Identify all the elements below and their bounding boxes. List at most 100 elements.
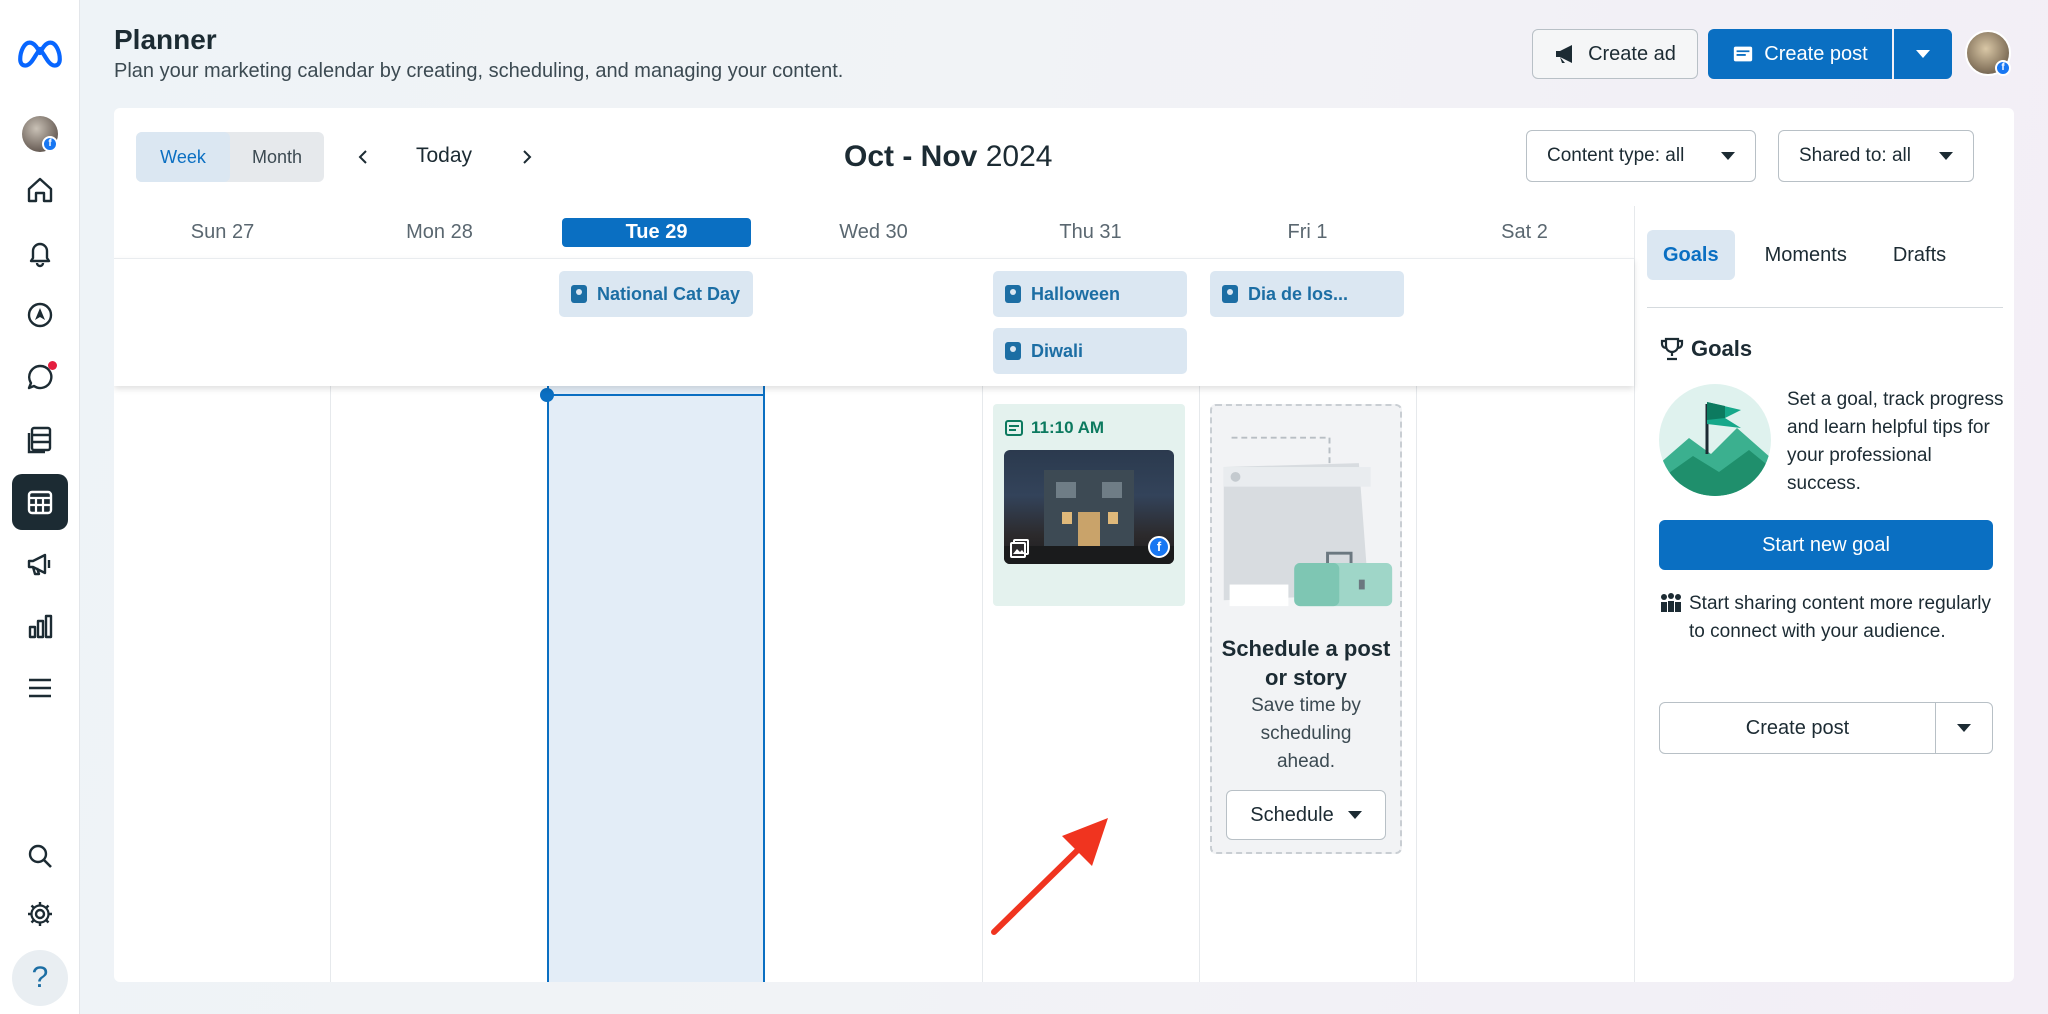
tab-goals[interactable]: Goals <box>1647 230 1735 280</box>
settings-gear-icon[interactable] <box>12 886 68 942</box>
audience-icon <box>1661 593 1681 612</box>
create-ad-button[interactable]: Create ad <box>1532 29 1698 79</box>
unread-dot <box>48 361 57 370</box>
page-title: Planner <box>114 24 217 55</box>
content-type-filter[interactable]: Content type: all <box>1526 130 1756 182</box>
tab-drafts[interactable]: Drafts <box>1877 230 1962 280</box>
goals-heading: Goals <box>1659 336 1752 362</box>
megaphone-icon <box>1556 45 1573 63</box>
post-icon <box>1734 46 1753 62</box>
moment-halloween[interactable]: Halloween <box>993 271 1187 317</box>
shared-to-label: Shared to: all <box>1799 145 1911 166</box>
day-header-tue-today: Tue 29 <box>548 206 765 258</box>
day-header-mon: Mon 28 <box>406 220 473 243</box>
today-column[interactable] <box>547 386 765 982</box>
side-tabs: Goals Moments Drafts <box>1647 230 2003 308</box>
calendar-moment-icon <box>1005 342 1021 360</box>
share-tip: Start sharing content more regularly to … <box>1659 590 1993 646</box>
tab-moments[interactable]: Moments <box>1749 230 1863 280</box>
trophy-icon <box>1660 337 1684 361</box>
goal-flag-illustration <box>1659 384 1771 496</box>
start-new-goal-button[interactable]: Start new goal <box>1659 520 1993 570</box>
side-create-post-button[interactable]: Create post <box>1660 703 1936 753</box>
schedule-card-title: Schedule a post or story <box>1221 636 1391 690</box>
side-create-post-dropdown[interactable] <box>1936 703 1992 753</box>
search-icon[interactable] <box>12 828 68 884</box>
post-thumbnail[interactable]: f <box>1004 450 1174 564</box>
chevron-down-icon <box>1916 50 1930 58</box>
moment-national-cat-day[interactable]: National Cat Day <box>559 271 753 317</box>
moments-row: National Cat Day Halloween Diwali Dia de… <box>114 258 1634 386</box>
share-tip-text: Start sharing content more regularly to … <box>1689 593 1992 642</box>
post-time-label: 11:10 AM <box>1031 418 1105 437</box>
scheduled-post-card[interactable]: 11:10 AM f <box>993 404 1185 606</box>
post-type-icon <box>1005 420 1023 436</box>
meta-logo-icon[interactable] <box>12 24 68 80</box>
goals-description: Set a goal, track progress and learn hel… <box>1787 389 2004 494</box>
help-question-icon[interactable]: ? <box>12 950 68 1006</box>
week-view-tab[interactable]: Week <box>136 132 230 182</box>
annotation-arrow <box>991 818 1108 935</box>
schedule-illustration <box>1223 436 1393 607</box>
chevron-down-icon <box>1939 152 1953 160</box>
day-header-fri: Fri 1 <box>1287 220 1328 243</box>
day-header-sun: Sun 27 <box>190 220 255 243</box>
compass-icon[interactable] <box>12 287 68 343</box>
side-create-post-split-button: Create post <box>1659 702 1993 754</box>
next-week-icon[interactable] <box>512 142 542 172</box>
shared-to-filter[interactable]: Shared to: all <box>1778 130 1974 182</box>
schedule-button[interactable]: Schedule <box>1226 790 1386 840</box>
chevron-down-icon <box>1957 724 1971 732</box>
day-header-sat: Sat 2 <box>1501 220 1548 243</box>
moment-dia-de-los[interactable]: Dia de los... <box>1210 271 1404 317</box>
planner-panel: Week Month Today Oct - Nov 2024 Content … <box>114 108 2014 982</box>
account-avatar[interactable]: f <box>22 116 58 152</box>
profile-avatar[interactable]: f <box>1965 30 2011 76</box>
schedule-prompt-card: Schedule a post or story Save time by sc… <box>1210 404 1402 854</box>
date-range-year: 2024 <box>985 140 1053 173</box>
facebook-platform-icon: f <box>1148 536 1170 558</box>
day-header-wed: Wed 30 <box>839 220 908 243</box>
today-button[interactable]: Today <box>416 144 472 168</box>
view-toggle: Week Month <box>136 132 324 182</box>
create-ad-label: Create ad <box>1588 42 1676 65</box>
planner-calendar-icon[interactable] <box>12 474 68 530</box>
schedule-button-label: Schedule <box>1250 803 1334 826</box>
inbox-chat-icon[interactable] <box>12 349 68 405</box>
calendar-moment-icon <box>1222 285 1238 303</box>
chevron-down-icon <box>1347 811 1362 819</box>
content-icon[interactable] <box>12 411 68 467</box>
previous-week-icon[interactable] <box>348 142 378 172</box>
column-divider <box>1199 386 1200 982</box>
date-range-title: Oct - Nov 2024 <box>844 140 1052 174</box>
create-post-dropdown-button[interactable] <box>1894 29 1952 79</box>
moment-label: Dia de los... <box>1248 283 1349 304</box>
moment-label: Diwali <box>1031 340 1084 361</box>
date-range-months: Oct - Nov <box>844 140 978 173</box>
goals-heading-label: Goals <box>1691 336 1753 361</box>
schedule-card-subtitle: Save time by scheduling ahead. <box>1251 695 1361 772</box>
content-type-label: Content type: all <box>1547 145 1685 166</box>
column-divider <box>1416 386 1417 982</box>
month-view-tab[interactable]: Month <box>230 132 324 182</box>
post-time: 11:10 AM <box>1005 418 1104 438</box>
insights-bar-chart-icon[interactable] <box>12 598 68 654</box>
ads-megaphone-icon[interactable] <box>12 536 68 592</box>
week-calendar: Sun 27 Mon 28 Tue 29 Wed 30 Thu 31 Fri 1… <box>114 206 1634 982</box>
today-date-pill: Tue 29 <box>561 217 752 247</box>
home-icon[interactable] <box>12 162 68 218</box>
chevron-down-icon <box>1721 152 1735 160</box>
notifications-bell-icon[interactable] <box>12 225 68 281</box>
facebook-badge-icon: f <box>1995 60 2011 76</box>
moment-label: Halloween <box>1031 283 1121 304</box>
day-header-thu: Thu 31 <box>1059 220 1122 243</box>
left-nav-rail: f ? <box>0 0 80 1014</box>
facebook-badge-icon: f <box>42 136 58 152</box>
all-tools-menu-icon[interactable] <box>12 660 68 716</box>
create-post-label: Create post <box>1764 42 1868 65</box>
create-post-button[interactable]: Create post <box>1708 29 1892 79</box>
column-divider <box>330 386 331 982</box>
moment-diwali[interactable]: Diwali <box>993 328 1187 374</box>
current-time-dot <box>540 388 554 402</box>
photo-album-icon <box>1010 538 1030 558</box>
